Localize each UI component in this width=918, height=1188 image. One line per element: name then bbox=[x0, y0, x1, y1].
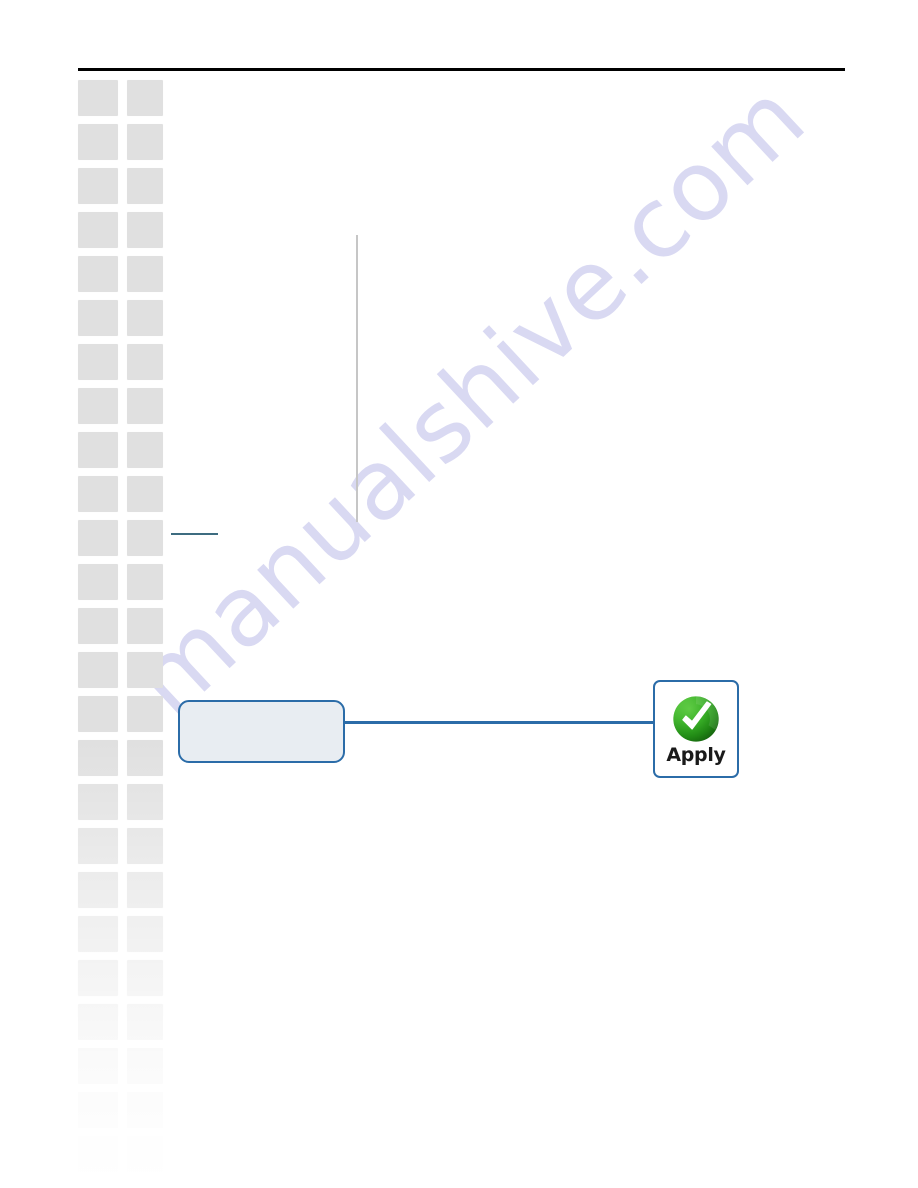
vertical-divider bbox=[356, 235, 358, 522]
apply-button-label: Apply bbox=[666, 743, 726, 766]
redacted-text-block bbox=[78, 124, 118, 160]
redacted-text-block bbox=[127, 652, 163, 688]
redacted-text-block bbox=[78, 608, 118, 644]
redacted-text-block bbox=[78, 344, 118, 380]
green-check-circle-icon bbox=[673, 695, 719, 742]
redacted-text-block bbox=[78, 476, 118, 512]
redacted-text-block bbox=[78, 784, 118, 820]
redacted-text-block bbox=[78, 652, 118, 688]
manual-page: manualshive.com Apply bbox=[0, 0, 918, 1188]
redacted-text-block bbox=[127, 432, 163, 468]
redacted-text-block bbox=[127, 300, 163, 336]
redacted-text-block bbox=[127, 124, 163, 160]
redacted-text-block bbox=[78, 1136, 118, 1172]
redacted-text-block bbox=[78, 520, 118, 556]
redacted-text-column-right bbox=[127, 80, 163, 1180]
redacted-text-block bbox=[78, 828, 118, 864]
redacted-text-block bbox=[127, 212, 163, 248]
teal-underline bbox=[171, 533, 218, 535]
redacted-text-block bbox=[127, 344, 163, 380]
redacted-text-block bbox=[78, 212, 118, 248]
redacted-text-block bbox=[127, 476, 163, 512]
redacted-text-block bbox=[127, 828, 163, 864]
redacted-text-block bbox=[78, 740, 118, 776]
callout-connector-line bbox=[344, 721, 655, 724]
redacted-text-block bbox=[78, 696, 118, 732]
redacted-text-block bbox=[78, 960, 118, 996]
redacted-text-block bbox=[127, 256, 163, 292]
redacted-text-block bbox=[78, 1048, 118, 1084]
redacted-text-block bbox=[127, 1004, 163, 1040]
redacted-text-block bbox=[127, 916, 163, 952]
redacted-text-block bbox=[127, 784, 163, 820]
redacted-text-block bbox=[127, 1092, 163, 1128]
redacted-text-block bbox=[78, 872, 118, 908]
redacted-text-block bbox=[78, 300, 118, 336]
redacted-text-block bbox=[127, 960, 163, 996]
redacted-text-block bbox=[127, 1048, 163, 1084]
redacted-text-block bbox=[127, 564, 163, 600]
redacted-text-block bbox=[127, 696, 163, 732]
redacted-text-block bbox=[78, 256, 118, 292]
redacted-text-block bbox=[127, 520, 163, 556]
redacted-text-column-left bbox=[78, 80, 118, 1180]
redacted-text-block bbox=[127, 168, 163, 204]
redacted-text-block bbox=[127, 608, 163, 644]
redacted-text-block bbox=[78, 564, 118, 600]
redacted-text-block bbox=[78, 916, 118, 952]
redacted-text-block bbox=[78, 168, 118, 204]
redacted-text-block bbox=[78, 1004, 118, 1040]
redacted-text-block bbox=[78, 388, 118, 424]
callout-box bbox=[178, 700, 345, 763]
redacted-text-block bbox=[127, 740, 163, 776]
redacted-text-block bbox=[127, 388, 163, 424]
redacted-text-block bbox=[78, 80, 118, 116]
header-rule bbox=[78, 68, 845, 71]
redacted-text-block bbox=[78, 432, 118, 468]
redacted-text-block bbox=[127, 872, 163, 908]
redacted-text-block bbox=[127, 80, 163, 116]
redacted-text-block bbox=[78, 1092, 118, 1128]
apply-button[interactable]: Apply bbox=[653, 680, 739, 778]
redacted-text-block bbox=[127, 1136, 163, 1172]
watermark-text: manualshive.com bbox=[111, 60, 827, 738]
